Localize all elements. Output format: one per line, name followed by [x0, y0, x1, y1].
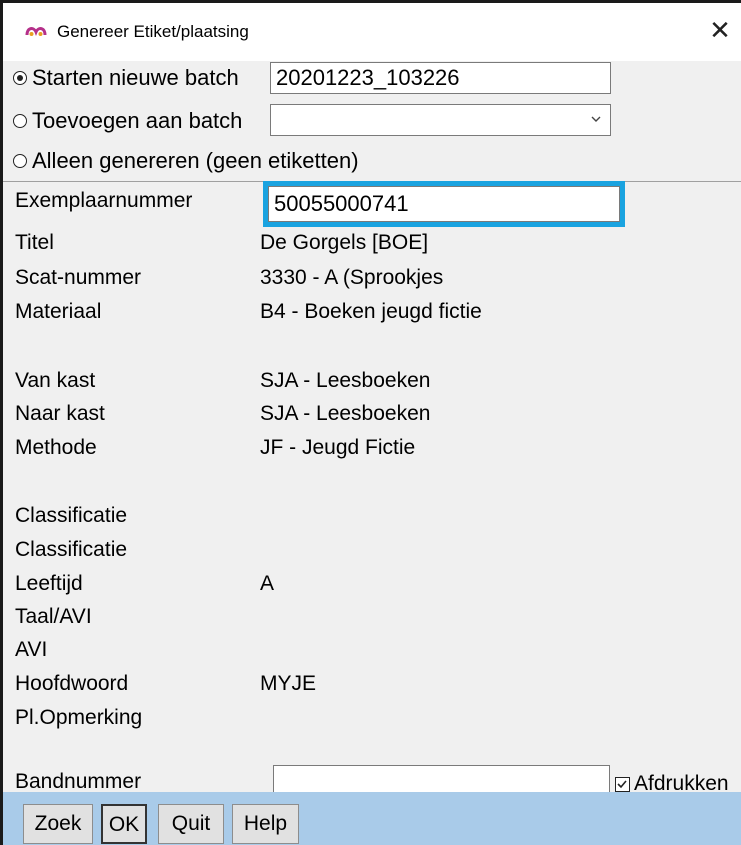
- radio-unselected-icon[interactable]: [13, 154, 27, 168]
- classificatie-2-label: Classificatie: [15, 538, 128, 561]
- hoofdwoord-value: MYJE: [260, 672, 317, 695]
- ok-button[interactable]: OK: [101, 804, 147, 844]
- titel-value: De Gorgels [BOE]: [260, 231, 429, 254]
- exemplaarnummer-label: Exemplaarnummer: [15, 189, 193, 212]
- naar-kast-label: Naar kast: [15, 402, 105, 425]
- van-kast-label: Van kast: [15, 369, 96, 392]
- add-batch-select[interactable]: [270, 104, 611, 136]
- avi-label: AVI: [15, 638, 48, 661]
- scat-label: Scat-nummer: [15, 266, 142, 289]
- radio-add-batch[interactable]: Toevoegen aan batch: [13, 106, 242, 136]
- app-logo-icon: [25, 27, 47, 37]
- naar-kast-value: SJA - Leesboeken: [260, 402, 431, 425]
- quit-button[interactable]: Quit: [158, 804, 224, 844]
- titel-label: Titel: [15, 231, 54, 254]
- radio-generate-only[interactable]: Alleen genereren (geen etiketten): [13, 146, 359, 176]
- leeftijd-label: Leeftijd: [15, 572, 83, 595]
- close-icon[interactable]: ✕: [705, 15, 735, 45]
- radio-new-batch[interactable]: Starten nieuwe batch: [13, 63, 239, 93]
- bandnummer-label: Bandnummer: [15, 770, 142, 793]
- dialog-window: Genereer Etiket/plaatsing ✕ Starten nieu…: [0, 0, 741, 845]
- new-batch-input[interactable]: 20201223_103226: [270, 62, 611, 94]
- exemplaarnummer-input[interactable]: 50055000741: [268, 186, 620, 222]
- window-title: Genereer Etiket/plaatsing: [57, 22, 249, 41]
- pl-opmerking-label: Pl.Opmerking: [15, 706, 143, 729]
- van-kast-value: SJA - Leesboeken: [260, 369, 431, 392]
- hoofdwoord-label: Hoofdwoord: [15, 672, 129, 695]
- radio-unselected-icon[interactable]: [13, 114, 27, 128]
- materiaal-value: B4 - Boeken jeugd fictie: [260, 300, 482, 323]
- help-button[interactable]: Help: [232, 804, 299, 844]
- materiaal-label: Materiaal: [15, 300, 102, 323]
- zoek-button[interactable]: Zoek: [23, 804, 93, 844]
- radio-new-batch-label: Starten nieuwe batch: [32, 65, 239, 90]
- chevron-down-icon[interactable]: [590, 113, 602, 125]
- taal-avi-label: Taal/AVI: [15, 605, 92, 628]
- title-bar: Genereer Etiket/plaatsing ✕: [3, 3, 741, 61]
- radio-selected-icon[interactable]: [13, 71, 27, 85]
- methode-value: JF - Jeugd Fictie: [260, 436, 416, 459]
- radio-add-batch-label: Toevoegen aan batch: [32, 108, 243, 133]
- classificatie-1-label: Classificatie: [15, 504, 128, 527]
- methode-label: Methode: [15, 436, 97, 459]
- leeftijd-value: A: [260, 572, 275, 595]
- scat-value: 3330 - A (Sprookjes: [260, 266, 444, 289]
- dialog-content: Starten nieuwe batch 20201223_103226 Toe…: [3, 61, 741, 801]
- button-bar: Zoek OK Quit Help: [3, 792, 741, 845]
- radio-generate-only-label: Alleen genereren (geen etiketten): [32, 148, 359, 173]
- checkmark-icon[interactable]: [615, 776, 630, 792]
